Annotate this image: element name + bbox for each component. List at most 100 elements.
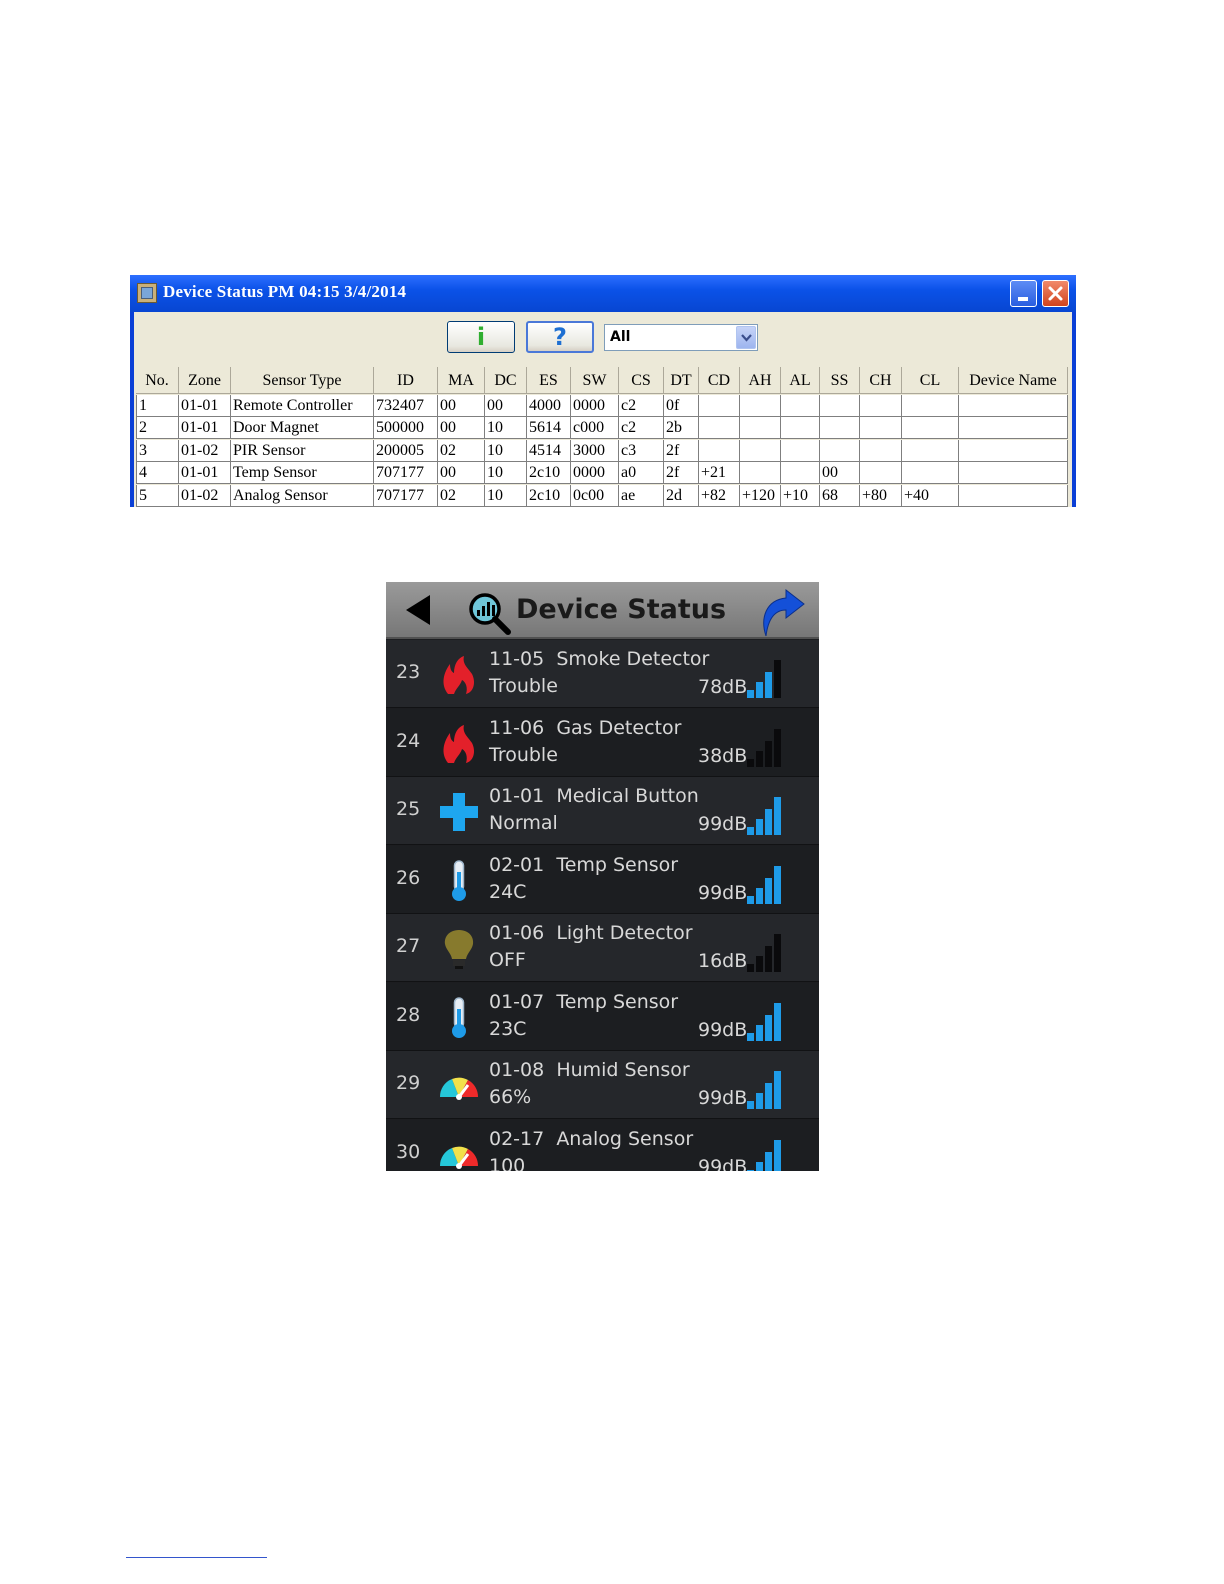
device-name: Humid Sensor: [556, 1059, 690, 1081]
signal-strength-value: 78dB: [698, 676, 748, 698]
app-icon: [137, 283, 157, 303]
table-cell: [781, 439, 820, 462]
device-zone: 02-17: [489, 1127, 545, 1150]
column-header[interactable]: SS: [820, 367, 860, 394]
signal-bars-icon: [746, 658, 782, 698]
table-cell: 707177: [374, 462, 438, 485]
device-status: 24C: [489, 880, 527, 903]
app-header: Device Status: [386, 582, 819, 639]
column-header[interactable]: SW: [571, 367, 619, 394]
table-cell: 10: [485, 439, 527, 462]
table-row[interactable]: 2 01-01 Door Magnet 500000 00 10 5614 c000 c2 2b: [136, 417, 1068, 440]
device-list-item[interactable]: 26 02-01 Temp Sensor 24C 99dB: [386, 845, 819, 914]
table-cell: 1: [136, 395, 179, 417]
help-button[interactable]: ?: [526, 321, 594, 353]
table-cell: Temp Sensor: [231, 462, 374, 485]
refresh-icon[interactable]: [756, 588, 808, 638]
column-header[interactable]: No.: [136, 367, 179, 394]
table-cell: [959, 484, 1068, 507]
column-header[interactable]: CL: [902, 367, 959, 394]
table-cell: 00: [485, 395, 527, 417]
window-title-bar[interactable]: Device Status PM 04:15 3/4/2014: [130, 275, 1076, 312]
table-cell: a0: [619, 462, 664, 485]
device-zone-name: 01-01 Medical Button: [489, 785, 699, 807]
back-arrow-icon[interactable]: [404, 593, 432, 627]
device-list-item[interactable]: 27 01-06 Light Detector OFF 16dB: [386, 914, 819, 982]
table-cell: +10: [781, 484, 820, 507]
signal-strength-value: 16dB: [698, 950, 748, 972]
column-header[interactable]: Sensor Type: [231, 367, 374, 394]
column-header[interactable]: CH: [860, 367, 902, 394]
device-list-item[interactable]: 29 01-08 Humid Sensor 66% 99dB: [386, 1051, 819, 1119]
column-header[interactable]: AH: [740, 367, 781, 394]
device-list-item[interactable]: 23 11-05 Smoke Detector Trouble 78dB: [386, 640, 819, 708]
device-status-table: No. Zone Sensor Type ID MA DC ES SW CS DT CD AH AL SS…: [136, 367, 1068, 507]
device-name: Smoke Detector: [556, 648, 710, 670]
table-cell: +120: [740, 484, 781, 507]
close-icon: [1048, 286, 1063, 301]
table-cell: +21: [699, 462, 740, 485]
table-row[interactable]: 4 01-01 Temp Sensor 707177 00 10 2c10 0000 a0 2f +…: [136, 462, 1068, 485]
minimize-button[interactable]: [1010, 280, 1037, 307]
device-list-item[interactable]: 28 01-07 Temp Sensor 23C 99dB: [386, 982, 819, 1051]
device-status: 23C: [489, 1017, 527, 1040]
fire-icon: [438, 654, 480, 696]
device-list-item[interactable]: 25 01-01 Medical Button Normal 99dB: [386, 777, 819, 845]
close-button[interactable]: [1042, 280, 1069, 307]
table-cell: 2c10: [527, 484, 571, 507]
table-cell: 4514: [527, 439, 571, 462]
column-header[interactable]: MA: [438, 367, 485, 394]
filter-dropdown[interactable]: All: [604, 324, 758, 351]
table-cell: 02: [438, 439, 485, 462]
column-header[interactable]: CD: [699, 367, 740, 394]
thermometer-icon: [438, 996, 480, 1039]
column-header[interactable]: Device Name: [959, 367, 1068, 394]
table-row[interactable]: 1 01-01 Remote Controller 732407 00 00 4000 000…: [136, 395, 1068, 417]
info-button[interactable]: i: [447, 321, 515, 353]
column-header[interactable]: CS: [619, 367, 664, 394]
table-cell: 2d: [664, 484, 699, 507]
info-icon: i: [476, 323, 486, 351]
table-cell: 2f: [664, 439, 699, 462]
gauge-icon: [438, 1065, 480, 1107]
table-cell: [740, 417, 781, 440]
table-cell: 00: [438, 462, 485, 485]
table-cell: [959, 417, 1068, 440]
table-row[interactable]: 3 01-02 PIR Sensor 200005 02 10 4514 3000 c3 2f: [136, 439, 1068, 462]
table-cell: [781, 417, 820, 440]
table-cell: 0f: [664, 395, 699, 417]
device-number: 26: [396, 866, 421, 889]
column-header[interactable]: ID: [374, 367, 438, 394]
column-header[interactable]: DT: [664, 367, 699, 394]
table-cell: [820, 439, 860, 462]
table-cell: 68: [820, 484, 860, 507]
device-list-item[interactable]: 30 02-17 Analog Sensor 100 99dB: [386, 1119, 819, 1172]
chevron-down-icon[interactable]: [736, 326, 756, 349]
device-name: Temp Sensor: [556, 990, 679, 1013]
table-cell: 4000: [527, 395, 571, 417]
table-cell: 2: [136, 417, 179, 440]
column-header[interactable]: DC: [485, 367, 527, 394]
device-zone: 11-05: [489, 648, 545, 670]
table-cell: [740, 462, 781, 485]
table-cell: 10: [485, 484, 527, 507]
column-header[interactable]: ES: [527, 367, 571, 394]
table-cell: ae: [619, 484, 664, 507]
column-header[interactable]: Zone: [179, 367, 231, 394]
column-header[interactable]: AL: [781, 367, 820, 394]
medical-cross-icon: [438, 791, 480, 833]
signal-strength-value: 99dB: [698, 1155, 748, 1172]
device-list-item[interactable]: 24 11-06 Gas Detector Trouble 38dB: [386, 708, 819, 777]
table-cell: 00: [438, 417, 485, 440]
signal-bars-icon: [746, 932, 782, 972]
device-zone: 01-06: [489, 922, 545, 944]
table-row[interactable]: 5 01-02 Analog Sensor 707177 02 10 2c10 0c00 ae 2…: [136, 484, 1068, 507]
device-zone-name: 11-06 Gas Detector: [489, 717, 681, 739]
table-cell: 2c10: [527, 462, 571, 485]
table-cell: 4: [136, 462, 179, 485]
table-cell: +80: [860, 484, 902, 507]
table-cell: c000: [571, 417, 619, 440]
device-name: Light Detector: [556, 922, 693, 944]
table-cell: [902, 439, 959, 462]
table-cell: [959, 462, 1068, 485]
